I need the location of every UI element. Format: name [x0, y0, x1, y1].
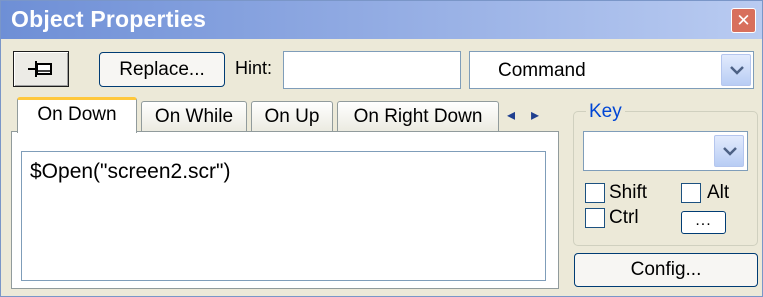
replace-button[interactable]: Replace...	[99, 52, 225, 87]
tab-scroll-right-icon[interactable]: ▸	[531, 105, 539, 125]
pin-icon	[28, 61, 52, 77]
toolbar: Replace... Hint: Command	[1, 39, 762, 95]
alt-checkbox[interactable]	[681, 183, 701, 203]
ctrl-label: Ctrl	[609, 207, 639, 228]
command-select-value: Command	[498, 60, 586, 81]
window-title: Object Properties	[11, 6, 207, 32]
title-bar[interactable]: Object Properties ✕	[1, 1, 762, 39]
chevron-down-icon	[723, 147, 737, 156]
config-button[interactable]: Config...	[574, 253, 758, 287]
chevron-down-icon	[730, 66, 744, 75]
tab-on-while[interactable]: On While	[141, 101, 247, 132]
hint-input[interactable]	[283, 51, 461, 89]
tab-on-down[interactable]: On Down	[17, 97, 137, 133]
alt-label: Alt	[707, 182, 730, 203]
tab-on-right-down[interactable]: On Right Down	[337, 101, 499, 132]
close-button[interactable]: ✕	[731, 8, 756, 33]
ctrl-checkbox[interactable]	[585, 208, 605, 228]
more-keys-button[interactable]: ...	[681, 211, 726, 234]
key-select[interactable]	[583, 131, 748, 171]
command-select[interactable]: Command	[469, 51, 754, 89]
close-icon: ✕	[736, 11, 751, 30]
hint-label: Hint:	[235, 58, 273, 78]
tab-scroll-left-icon[interactable]: ◂	[507, 105, 515, 125]
tab-scroll-buttons: ◂ ▸	[499, 105, 554, 129]
script-editor[interactable]: $Open("screen2.scr")	[21, 151, 546, 281]
key-legend: Key	[586, 101, 625, 123]
object-properties-window: Object Properties ✕ Replace... Hint: Com…	[0, 0, 763, 297]
key-dropdown-button[interactable]	[714, 135, 744, 167]
shift-checkbox[interactable]	[585, 183, 605, 203]
pin-button[interactable]	[13, 51, 69, 87]
command-dropdown-button[interactable]	[721, 54, 751, 86]
shift-label: Shift	[609, 182, 648, 203]
tab-on-up[interactable]: On Up	[251, 101, 333, 132]
